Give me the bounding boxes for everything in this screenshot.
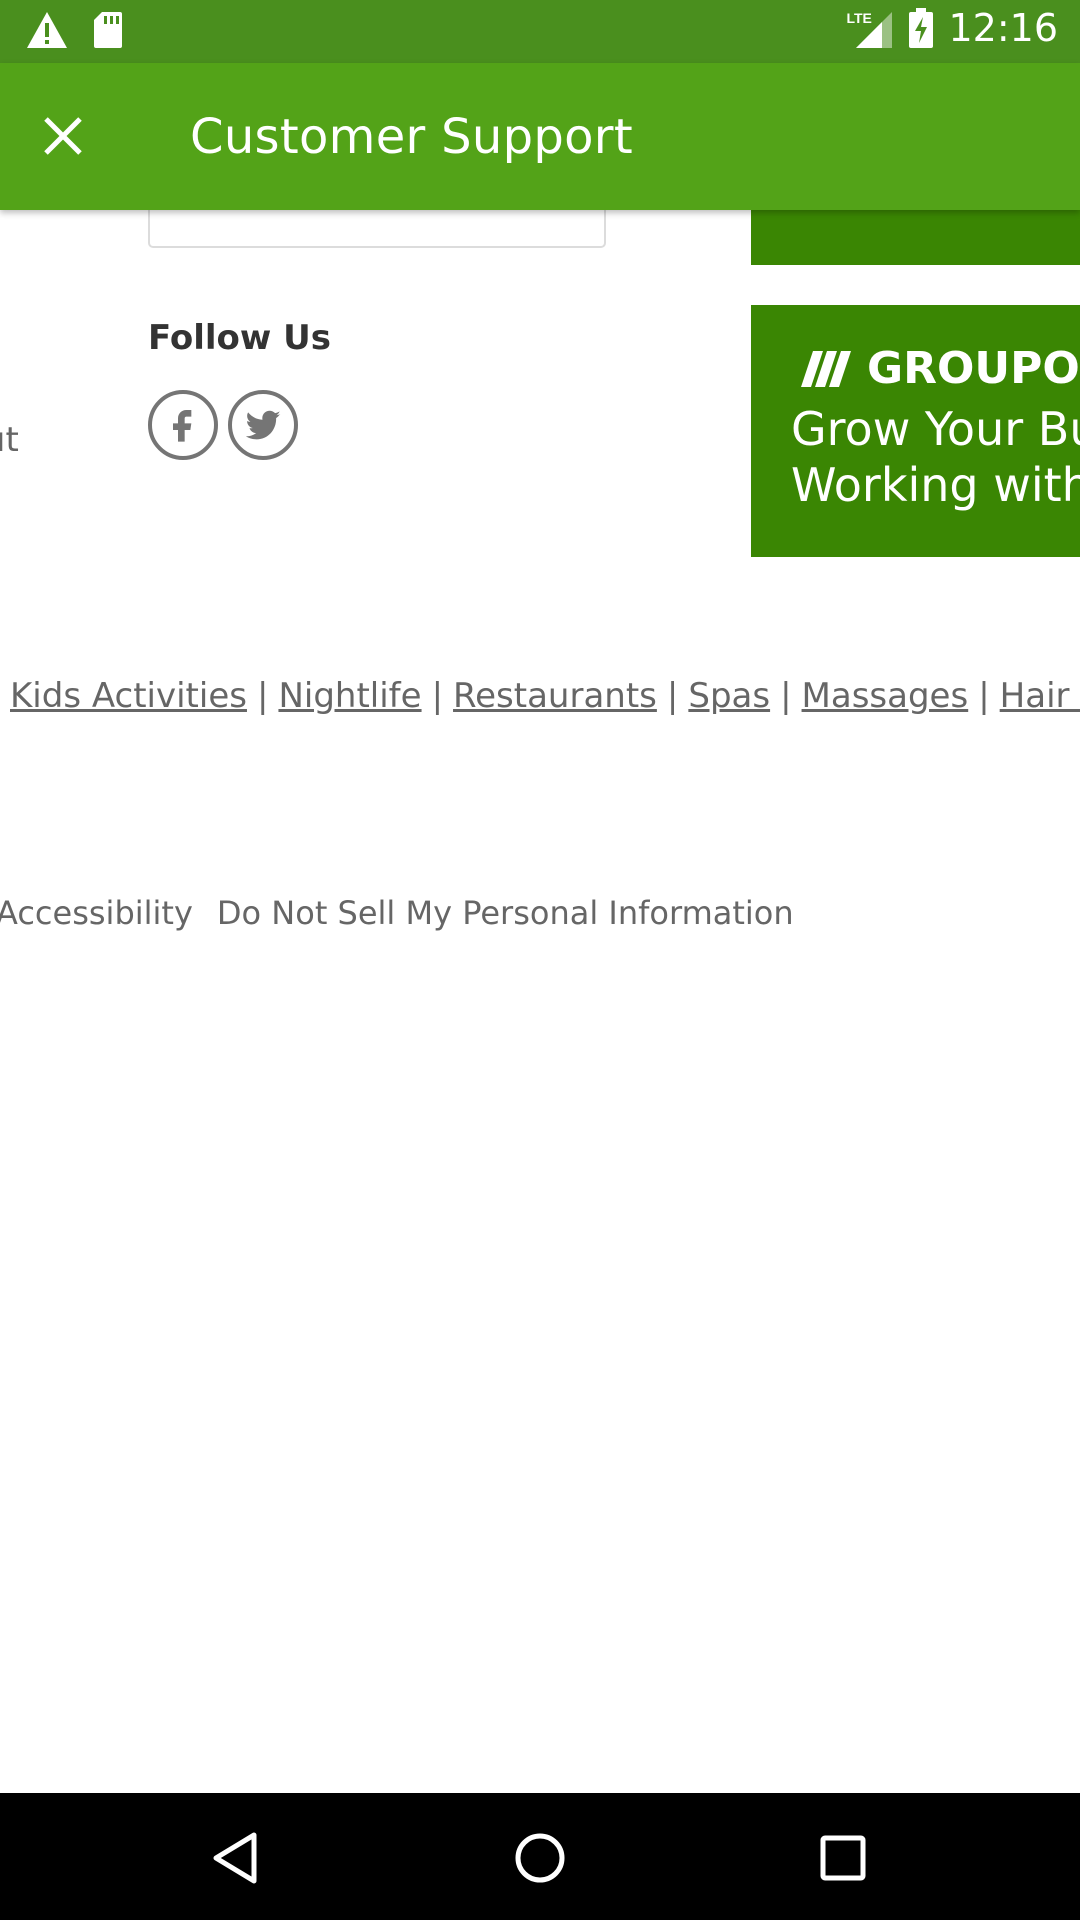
facebook-icon [173,410,192,442]
link-nightlife[interactable]: Nightlife [278,676,421,716]
groupon-logo-text: GROUPON [867,343,1080,394]
home-icon [515,1833,565,1883]
link-restaurants[interactable]: Restaurants [453,676,657,716]
twitter-button[interactable] [228,390,298,460]
page-title: Customer Support [190,109,633,165]
separator: | [978,676,990,716]
back-icon [213,1832,257,1884]
sd-card-icon [94,12,122,48]
cut-off-text: ıt [0,420,19,460]
category-links: Kids Activities | Nightlife | Restaurants | Sp… [10,676,1080,716]
close-icon [44,117,82,155]
status-bar: LTE 12:16 [0,0,1080,63]
follow-us-heading: Follow Us [148,318,331,358]
link-do-not-sell[interactable]: Do Not Sell My Personal Information [217,894,794,932]
groupon-merchant-promo[interactable]: GROUPON Grow Your Bu Working with [751,305,1080,557]
groupon-logo: GROUPON [795,343,1080,394]
separator: | [780,676,792,716]
separator: | [666,676,679,716]
recents-icon [820,1835,866,1881]
clock: 12:16 [948,6,1058,50]
promo-headline: Grow Your Bu Working with [791,401,1080,513]
signal-indicator: LTE [846,6,894,50]
back-button[interactable] [202,1823,272,1893]
link-spas[interactable]: Spas [688,676,770,716]
signal-icon [856,12,893,48]
separator: | [431,676,444,716]
navigation-bar [0,1793,1080,1920]
status-left-icons [26,10,124,50]
groupon-logo-icon [801,350,851,387]
separator: | [256,676,269,716]
legal-links: Accessibility Do Not Sell My Personal Inf… [0,894,794,932]
warning-icon [27,12,67,48]
home-button[interactable] [505,1823,575,1893]
page-content: ıt Follow Us GROUPON Grow Your Bu Workin… [0,0,1080,1793]
status-right-icons: LTE 12:16 [846,6,1058,50]
link-massages[interactable]: Massages [802,676,969,716]
facebook-button[interactable] [148,390,218,460]
promo-line-1: Grow Your Bu [791,402,1080,456]
link-accessibility[interactable]: Accessibility [0,894,193,932]
app-bar: Customer Support [0,63,1080,210]
close-button[interactable] [36,109,90,163]
link-kids-activities[interactable]: Kids Activities [10,676,247,716]
twitter-icon [245,410,281,440]
link-hair-salons[interactable]: Hair Salons [1000,676,1080,716]
recents-button[interactable] [808,1823,878,1893]
promo-line-2: Working with [791,458,1080,512]
battery-charging-icon [909,8,934,48]
